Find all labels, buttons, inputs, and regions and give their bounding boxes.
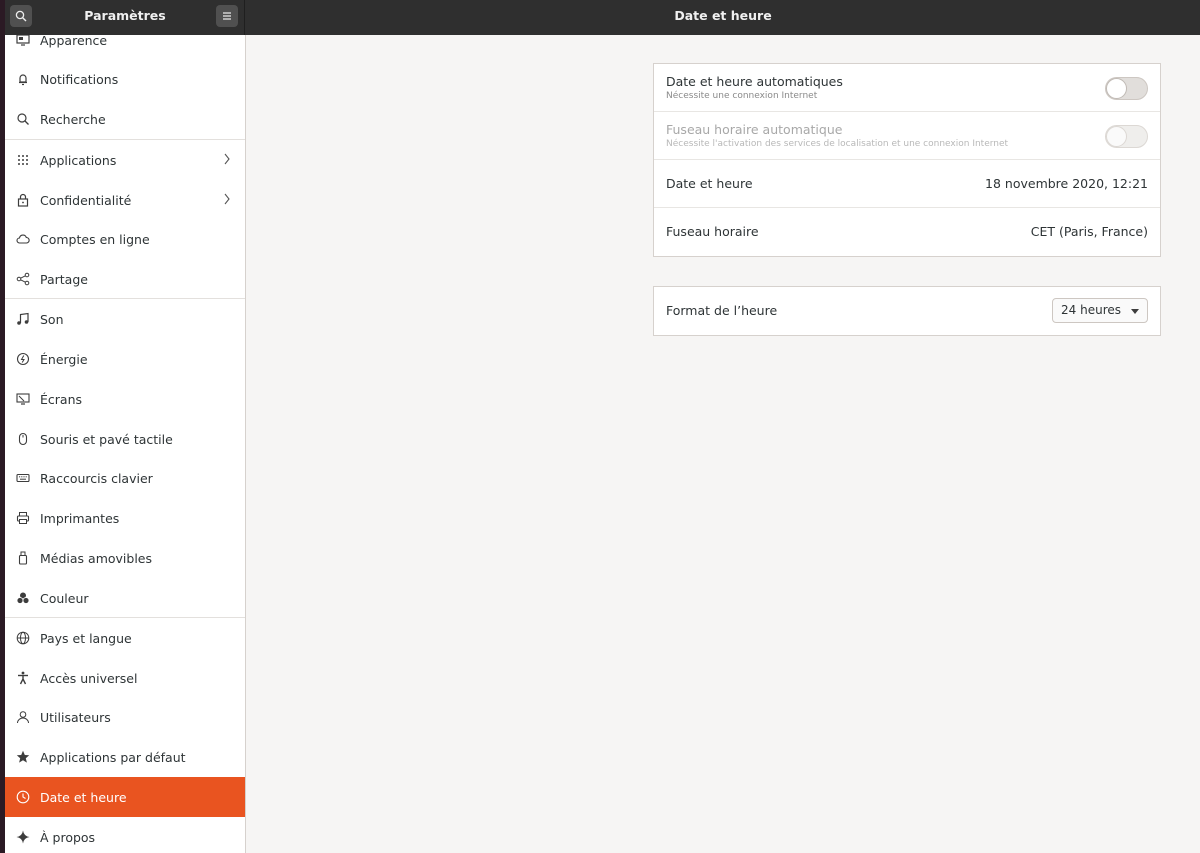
lock-icon	[16, 193, 30, 207]
search-icon	[15, 10, 27, 22]
bell-icon	[16, 72, 30, 86]
auto-timezone-subtitle: Nécessite l'activation des services de l…	[666, 139, 1009, 149]
sidebar-item-acces-universel[interactable]: Accès universel	[5, 658, 245, 698]
sidebar-item-label: Énergie	[40, 351, 88, 367]
datetime-value: 18 novembre 2020, 12:21	[985, 176, 1148, 191]
sidebar-item-label: Couleur	[40, 590, 89, 606]
sidebar-item-recherche[interactable]: Recherche	[5, 99, 245, 139]
timezone-row[interactable]: Fuseau horaire CET (Paris, France)	[654, 208, 1160, 256]
sidebar: Apparence Notifications Recherche Applic…	[5, 35, 246, 853]
chevron-right-icon	[224, 153, 230, 165]
globe-icon	[16, 631, 30, 645]
search-button[interactable]	[10, 5, 32, 27]
time-format-dropdown[interactable]: 24 heures	[1052, 298, 1148, 323]
color-icon	[16, 591, 30, 605]
sidebar-item-date-heure[interactable]: Date et heure	[5, 777, 245, 817]
auto-datetime-switch[interactable]	[1105, 77, 1148, 100]
power-icon	[16, 352, 30, 366]
sidebar-item-label: Notifications	[40, 71, 119, 87]
switch-knob	[1106, 126, 1127, 147]
sidebar-item-label: Accès universel	[40, 670, 138, 686]
auto-datetime-subtitle: Nécessite une connexion Internet	[666, 91, 818, 101]
sidebar-item-label: À propos	[40, 829, 96, 845]
sidebar-item-label: Utilisateurs	[40, 709, 111, 725]
datetime-title: Date et heure	[666, 176, 753, 191]
sparkle-icon	[16, 830, 30, 844]
sidebar-item-label: Comptes en ligne	[40, 231, 150, 247]
sidebar-item-applications-defaut[interactable]: Applications par défaut	[5, 737, 245, 777]
sidebar-header: Paramètres	[5, 0, 245, 35]
sidebar-item-comptes-en-ligne[interactable]: Comptes en ligne	[5, 219, 245, 259]
auto-timezone-switch	[1105, 125, 1148, 148]
time-format-card: Format de l’heure 24 heures	[653, 286, 1161, 336]
users-icon	[16, 710, 30, 724]
timezone-title: Fuseau horaire	[666, 224, 759, 239]
sidebar-item-label: Date et heure	[40, 789, 127, 805]
sidebar-item-a-propos[interactable]: À propos	[5, 817, 245, 853]
sidebar-item-utilisateurs[interactable]: Utilisateurs	[5, 697, 245, 737]
datetime-row[interactable]: Date et heure 18 novembre 2020, 12:21	[654, 160, 1160, 208]
chevron-right-icon	[224, 193, 230, 205]
date-time-settings-card: Date et heure automatiques Nécessite une…	[653, 63, 1161, 257]
sidebar-item-couleur[interactable]: Couleur	[5, 578, 245, 618]
auto-datetime-title: Date et heure automatiques	[666, 74, 843, 89]
sidebar-item-label: Pays et langue	[40, 630, 132, 646]
sidebar-item-confidentialite[interactable]: Confidentialité	[5, 180, 245, 220]
sidebar-item-label: Imprimantes	[40, 510, 120, 526]
sidebar-item-label: Apparence	[40, 35, 108, 48]
sidebar-item-raccourcis[interactable]: Raccourcis clavier	[5, 458, 245, 498]
sidebar-item-medias[interactable]: Médias amovibles	[5, 538, 245, 578]
sidebar-item-energie[interactable]: Énergie	[5, 339, 245, 379]
sidebar-item-label: Son	[40, 311, 64, 327]
auto-timezone-title: Fuseau horaire automatique	[666, 122, 843, 137]
sidebar-item-label: Confidentialité	[40, 192, 132, 208]
sidebar-item-label: Médias amovibles	[40, 550, 152, 566]
sidebar-item-imprimantes[interactable]: Imprimantes	[5, 498, 245, 538]
dropdown-arrow-icon	[1131, 309, 1139, 314]
sidebar-title: Paramètres	[84, 8, 166, 23]
search-icon	[16, 112, 30, 126]
cloud-icon	[16, 232, 30, 246]
sidebar-item-apparence[interactable]: Apparence	[5, 35, 245, 60]
sidebar-item-ecrans[interactable]: Écrans	[5, 379, 245, 419]
sidebar-item-applications[interactable]: Applications	[5, 140, 245, 180]
menu-button[interactable]	[216, 5, 238, 27]
page-title: Date et heure	[674, 8, 772, 23]
keyboard-icon	[16, 471, 30, 485]
sidebar-item-label: Recherche	[40, 111, 106, 127]
switch-knob	[1106, 78, 1127, 99]
sidebar-item-notifications[interactable]: Notifications	[5, 59, 245, 99]
time-format-title: Format de l’heure	[666, 303, 778, 318]
sidebar-item-souris[interactable]: Souris et pavé tactile	[5, 419, 245, 459]
music-note-icon	[16, 312, 30, 326]
auto-timezone-row: Fuseau horaire automatique Nécessite l'a…	[654, 112, 1160, 160]
clock-icon	[16, 790, 30, 804]
apps-grid-icon	[16, 153, 30, 167]
sidebar-item-label: Applications par défaut	[40, 749, 186, 765]
usb-drive-icon	[16, 551, 30, 565]
display-icon	[16, 392, 30, 406]
auto-datetime-row[interactable]: Date et heure automatiques Nécessite une…	[654, 64, 1160, 112]
accessibility-icon	[16, 671, 30, 685]
time-format-row: Format de l’heure 24 heures	[654, 287, 1160, 335]
sidebar-item-partage[interactable]: Partage	[5, 259, 245, 299]
settings-window: Paramètres Date et heure Apparence Notif…	[5, 0, 1200, 853]
printer-icon	[16, 511, 30, 525]
sidebar-item-label: Souris et pavé tactile	[40, 431, 173, 447]
sidebar-item-label: Écrans	[40, 391, 83, 407]
time-format-value: 24 heures	[1061, 303, 1121, 317]
sidebar-item-pays-langue[interactable]: Pays et langue	[5, 618, 245, 658]
mouse-icon	[16, 432, 30, 446]
star-icon	[16, 750, 30, 764]
sidebar-item-label: Raccourcis clavier	[40, 470, 153, 486]
hamburger-icon	[223, 12, 231, 20]
sidebar-item-label: Applications	[40, 152, 117, 168]
appearance-icon	[16, 35, 30, 47]
header-bar: Paramètres Date et heure	[5, 0, 1200, 35]
timezone-value: CET (Paris, France)	[1030, 224, 1148, 239]
sidebar-item-son[interactable]: Son	[5, 299, 245, 339]
sidebar-item-label: Partage	[40, 271, 88, 287]
share-icon	[16, 272, 30, 286]
